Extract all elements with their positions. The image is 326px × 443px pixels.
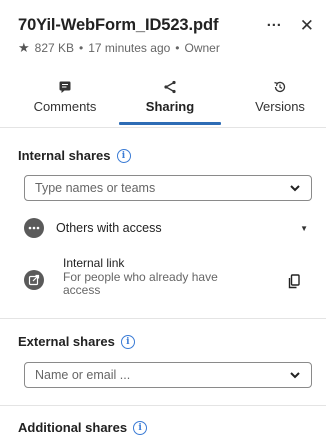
link-icon bbox=[24, 270, 44, 290]
sidebar-panel: 70Yil-WebForm_ID523.pdf ··· ✕ ★ 827 KB •… bbox=[0, 0, 326, 443]
internal-link-title: Internal link bbox=[63, 256, 125, 270]
tab-versions[interactable]: Versions bbox=[240, 78, 320, 114]
meta-separator: • bbox=[79, 41, 84, 55]
chevron-down-icon[interactable] bbox=[289, 181, 301, 198]
internal-link-description: For people who already have access bbox=[63, 269, 218, 297]
tab-sharing-label: Sharing bbox=[145, 99, 195, 114]
info-icon[interactable]: i bbox=[133, 420, 148, 435]
chevron-down-icon[interactable] bbox=[289, 368, 301, 385]
internal-shares-heading: Internal shares i bbox=[18, 148, 131, 163]
more-options-button[interactable]: ··· bbox=[267, 18, 282, 33]
file-title: 70Yil-WebForm_ID523.pdf bbox=[18, 15, 219, 34]
tab-comments[interactable]: Comments bbox=[27, 78, 103, 114]
share-icon bbox=[163, 78, 177, 96]
internal-share-placeholder: Type names or teams bbox=[35, 181, 156, 195]
owner-role: Owner bbox=[184, 41, 220, 55]
file-meta: ★ 827 KB • 17 minutes ago • Owner bbox=[18, 40, 314, 56]
tab-bar: Comments Sharing Versions bbox=[0, 76, 326, 126]
comment-icon bbox=[58, 78, 72, 96]
meta-separator: • bbox=[175, 41, 180, 55]
tab-versions-label: Versions bbox=[255, 99, 305, 114]
additional-shares-title: Additional shares bbox=[18, 420, 128, 435]
more-horizontal-icon bbox=[24, 218, 44, 238]
modified-time: 17 minutes ago bbox=[88, 41, 171, 55]
external-shares-heading: External shares i bbox=[18, 334, 135, 349]
tab-sharing[interactable]: Sharing bbox=[130, 78, 210, 114]
copy-icon[interactable] bbox=[288, 274, 300, 294]
external-share-input[interactable]: Name or email ... bbox=[24, 362, 312, 388]
external-share-placeholder: Name or email ... bbox=[35, 368, 131, 382]
external-shares-title: External shares bbox=[18, 334, 115, 349]
info-icon[interactable]: i bbox=[120, 334, 135, 349]
section-divider bbox=[0, 405, 326, 406]
active-tab-indicator bbox=[119, 122, 221, 125]
others-with-access-row[interactable]: Others with access ▼ bbox=[24, 217, 314, 239]
internal-share-input[interactable]: Type names or teams bbox=[24, 175, 312, 201]
history-icon bbox=[273, 78, 287, 96]
internal-link-text: Internal link For people who already hav… bbox=[63, 256, 238, 298]
close-button[interactable]: ✕ bbox=[300, 17, 314, 34]
others-with-access-label: Others with access bbox=[56, 221, 162, 235]
file-size: 827 KB bbox=[34, 41, 75, 55]
info-icon[interactable]: i bbox=[116, 148, 131, 163]
file-header: 70Yil-WebForm_ID523.pdf ··· ✕ ★ 827 KB •… bbox=[18, 14, 314, 56]
tab-comments-label: Comments bbox=[33, 99, 97, 114]
star-icon[interactable]: ★ bbox=[18, 40, 30, 56]
tabs-divider bbox=[0, 127, 326, 128]
internal-shares-title: Internal shares bbox=[18, 148, 111, 163]
caret-down-icon[interactable]: ▼ bbox=[300, 224, 308, 233]
section-divider bbox=[0, 318, 326, 319]
additional-shares-heading: Additional shares i bbox=[18, 420, 148, 435]
